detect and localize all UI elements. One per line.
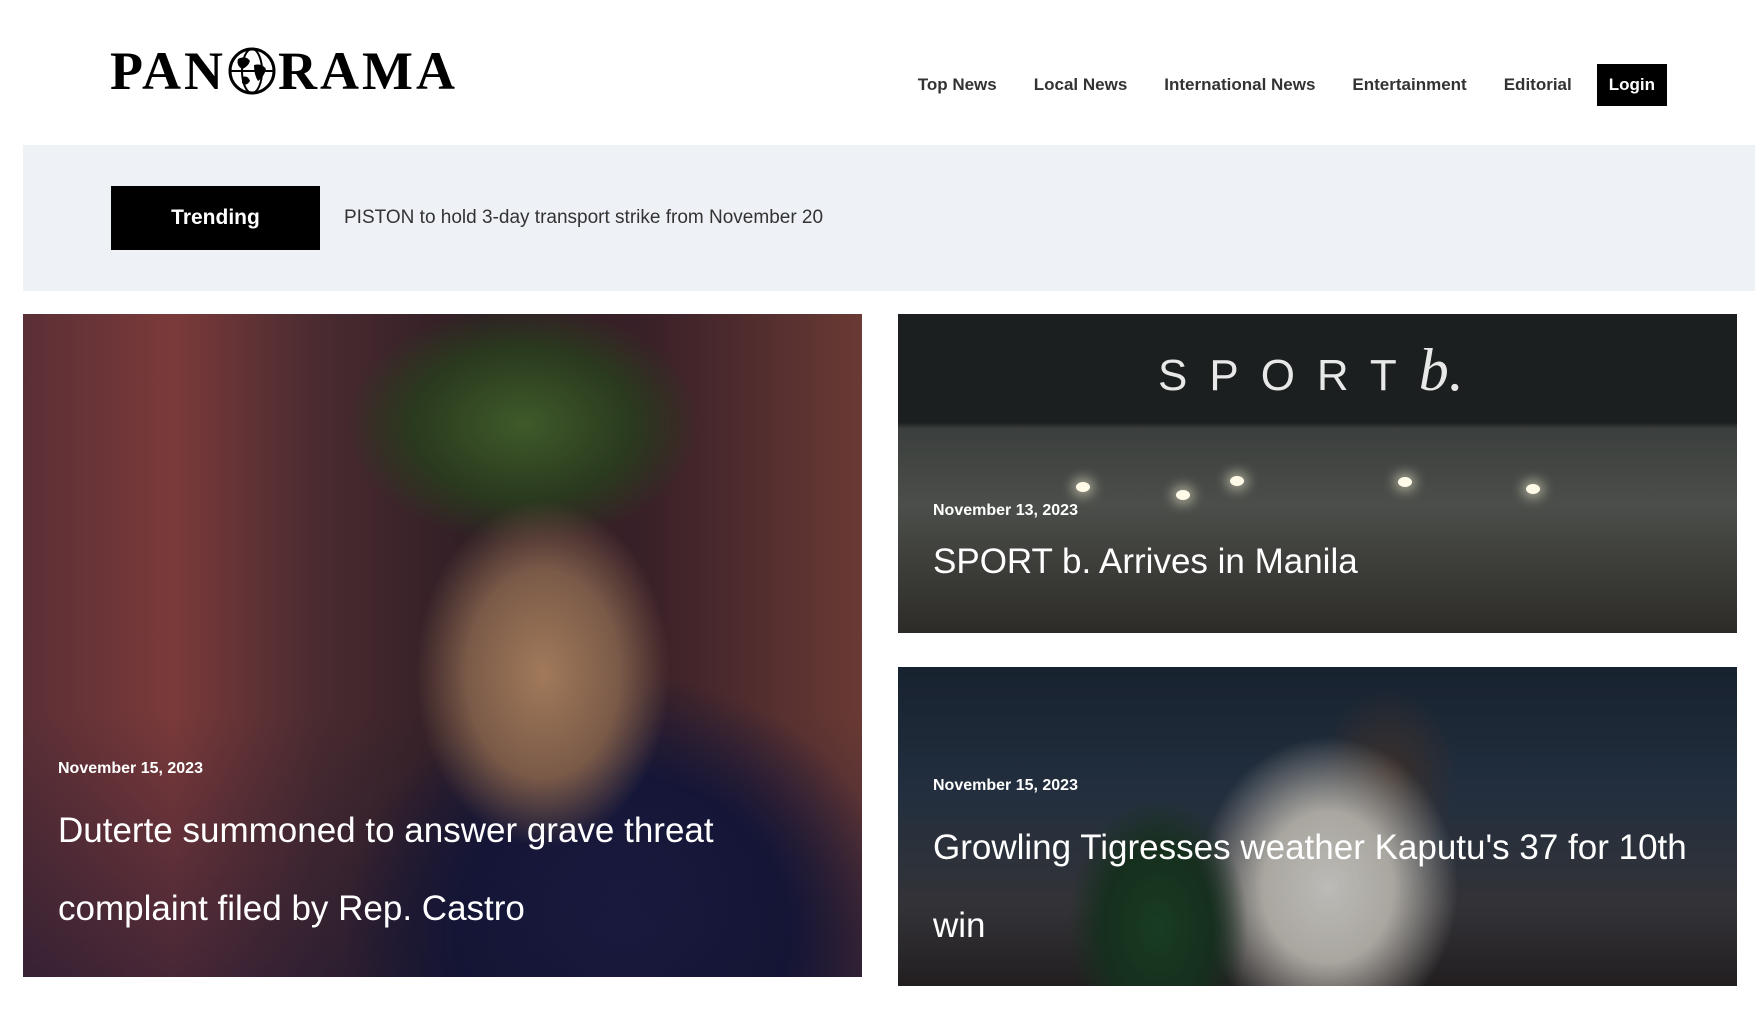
ceiling-light bbox=[1398, 477, 1412, 487]
article-date: November 15, 2023 bbox=[933, 777, 1078, 794]
article-caption: November 15, 2023 Duterte summoned to an… bbox=[58, 760, 842, 948]
trending-headline[interactable]: PISTON to hold 3-day transport strike fr… bbox=[344, 186, 823, 250]
trending-label: Trending bbox=[111, 186, 320, 250]
article-date: November 15, 2023 bbox=[58, 760, 203, 777]
nav-international-news[interactable]: International News bbox=[1164, 75, 1315, 95]
logo-text-left: PAN bbox=[110, 41, 226, 101]
ceiling-light bbox=[1176, 490, 1190, 500]
ceiling-light bbox=[1526, 484, 1540, 494]
featured-article-basketball[interactable]: November 15, 2023 Growling Tigresses wea… bbox=[898, 667, 1737, 986]
store-sign-text: SPORT bbox=[1158, 351, 1419, 400]
article-caption: November 15, 2023 Growling Tigresses wea… bbox=[933, 777, 1717, 965]
site-logo[interactable]: PAN RAMA bbox=[110, 40, 458, 102]
store-sign-b: b. bbox=[1418, 337, 1464, 403]
globe-icon bbox=[228, 47, 276, 95]
article-title[interactable]: Duterte summoned to answer grave threat … bbox=[58, 792, 842, 948]
featured-article-sport[interactable]: SPORTb. November 13, 2023 SPORT b. Arriv… bbox=[898, 314, 1737, 633]
ceiling-light bbox=[1230, 476, 1244, 486]
article-title[interactable]: SPORT b. Arrives in Manila bbox=[933, 534, 1717, 590]
site-header: PAN RAMA Top News Local News Internation… bbox=[0, 0, 1755, 145]
nav-editorial[interactable]: Editorial bbox=[1504, 75, 1572, 95]
article-date: November 13, 2023 bbox=[933, 502, 1078, 519]
article-caption: November 13, 2023 SPORT b. Arrives in Ma… bbox=[933, 502, 1717, 590]
featured-article-main[interactable]: November 15, 2023 Duterte summoned to an… bbox=[23, 314, 862, 977]
store-sign: SPORTb. bbox=[1158, 336, 1464, 405]
logo-text-right: RAMA bbox=[277, 41, 458, 101]
main-nav: Top News Local News International News E… bbox=[918, 64, 1667, 106]
nav-local-news[interactable]: Local News bbox=[1034, 75, 1128, 95]
trending-bar: Trending PISTON to hold 3-day transport … bbox=[23, 145, 1755, 291]
article-title[interactable]: Growling Tigresses weather Kaputu's 37 f… bbox=[933, 809, 1717, 965]
nav-entertainment[interactable]: Entertainment bbox=[1352, 75, 1466, 95]
ceiling-light bbox=[1076, 482, 1090, 492]
nav-top-news[interactable]: Top News bbox=[918, 75, 997, 95]
login-button[interactable]: Login bbox=[1596, 64, 1667, 106]
